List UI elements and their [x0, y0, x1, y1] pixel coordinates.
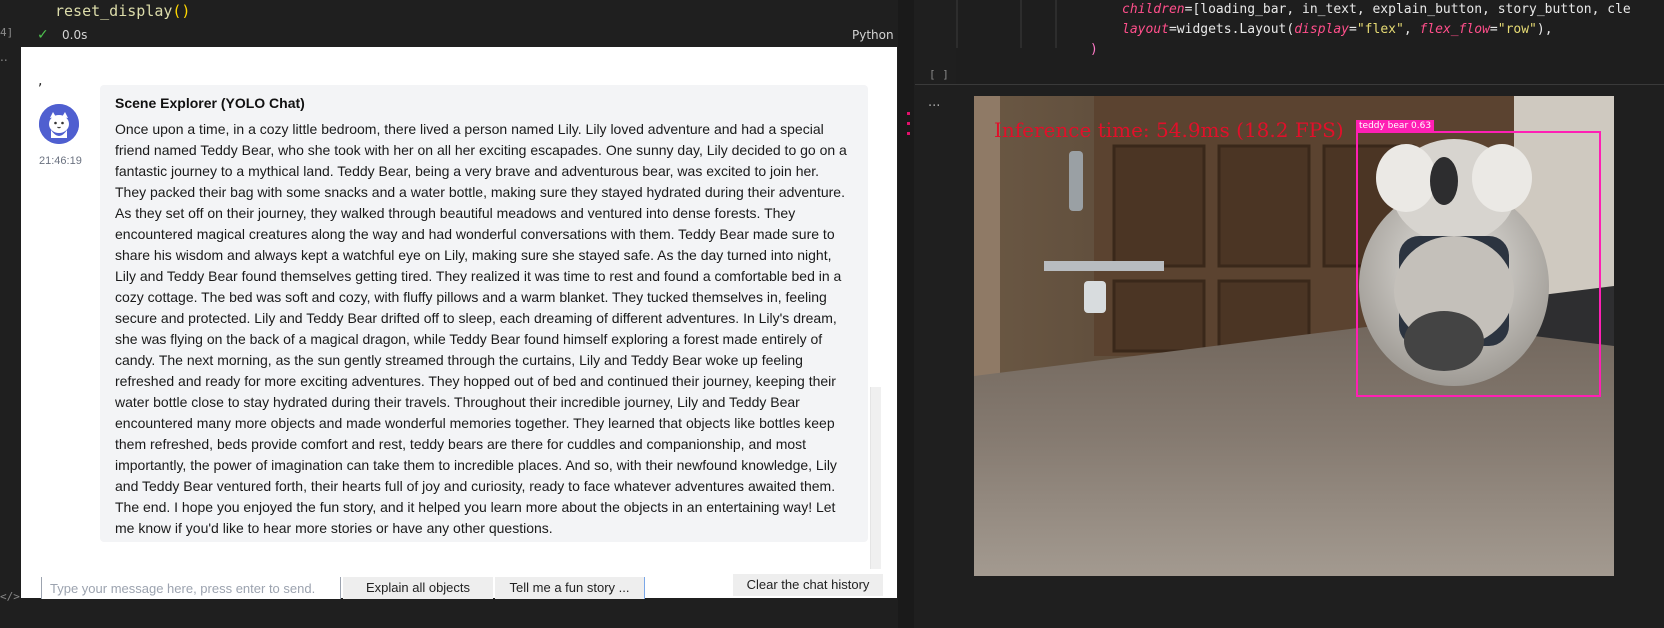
code-value: [loading_bar, in_text, explain_button, s… [1192, 2, 1631, 17]
code-object: widgets [1176, 22, 1232, 37]
code-line-close: ) [1090, 40, 1631, 60]
code-sep: , [1403, 22, 1420, 37]
code-line[interactable]: reset_display() [55, 2, 190, 20]
inference-time-overlay: Inference time: 54.9ms (18.2 FPS) [994, 118, 1344, 142]
cat-avatar-icon [39, 104, 79, 144]
code-line-children: children=[loading_bar, in_text, explain_… [1122, 0, 1631, 20]
code-eq: = [1489, 22, 1498, 37]
code-param: display [1294, 22, 1350, 37]
message-timestamp: 21:46:19 [39, 155, 82, 167]
check-icon: ✓ [37, 27, 49, 43]
more-icon[interactable]: .. [0, 50, 8, 64]
more-icon[interactable]: ... [928, 95, 940, 110]
code-string: "flex" [1356, 22, 1404, 37]
output-comma: , [38, 73, 43, 89]
camera-feed: Inference time: 54.9ms (18.2 FPS) teddy … [974, 96, 1614, 576]
message-text: Once upon a time, in a cozy little bedro… [115, 121, 847, 536]
code-param: children [1122, 2, 1185, 17]
code-parens: () [172, 2, 191, 20]
code-toggle-icon[interactable]: </> [0, 590, 20, 603]
clear-history-button[interactable]: Clear the chat history [733, 574, 883, 596]
avatar [39, 104, 79, 144]
detection-label: teddy bear 0.63 [1356, 120, 1435, 133]
empty-cell-indicator[interactable]: [ ] [929, 68, 949, 81]
code-string: "row" [1497, 22, 1537, 37]
explain-objects-button[interactable]: Explain all objects [343, 577, 493, 599]
message-sender: Scene Explorer (YOLO Chat) [115, 95, 305, 111]
pane-divider[interactable] [898, 0, 914, 628]
cell-execution-count: 4] [0, 26, 14, 39]
code-param: flex_flow [1419, 22, 1490, 37]
execution-time: 0.0s [62, 28, 88, 42]
code-param: layout [1122, 22, 1169, 37]
code-eq: = [1349, 22, 1357, 37]
code-function-name: reset_display [55, 2, 173, 20]
chat-scrollbar[interactable] [870, 387, 881, 569]
code-line-layout: layout=widgets.Layout(display="flex", fl… [1122, 20, 1631, 40]
cell-separator [915, 84, 1664, 85]
code-eq: = [1168, 22, 1177, 37]
code-end: ), [1536, 22, 1553, 37]
cell-output-area: , 21:46:19 Scene Explorer (YOLO Chat) On… [21, 47, 897, 599]
code-function: Layout( [1239, 22, 1295, 37]
code-close-paren: ) [1090, 42, 1098, 57]
indent-guides [956, 0, 1057, 48]
change-marker-icon [907, 112, 910, 135]
cell-language-label[interactable]: Python [852, 28, 894, 42]
fun-story-button[interactable]: Tell me a fun story ... [495, 577, 645, 599]
chat-message-bubble: Scene Explorer (YOLO Chat) Once upon a t… [100, 85, 868, 542]
detection-bounding-box [1356, 131, 1601, 397]
code-block[interactable]: children = [loading_bar, in_text, explain_… [1090, 0, 1631, 60]
message-input[interactable] [41, 577, 341, 599]
